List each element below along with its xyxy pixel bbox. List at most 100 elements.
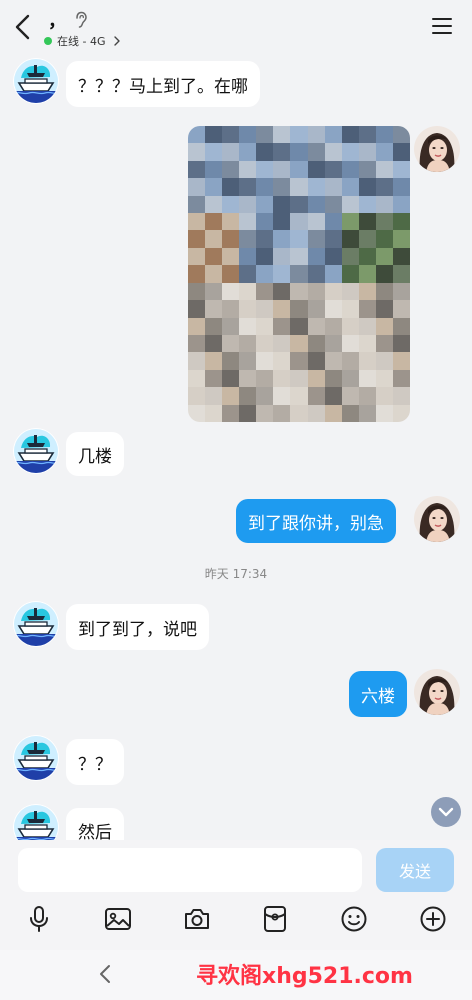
photo-mosaic-tile [273, 404, 291, 422]
message-bubble-incoming[interactable]: 到了到了，说吧 [66, 604, 209, 650]
photo-mosaic-tile [188, 334, 206, 353]
photo-mosaic-tile [222, 178, 240, 196]
photo-mosaic-tile [256, 126, 274, 144]
photo-mosaic-tile [222, 126, 240, 144]
contact-avatar[interactable] [13, 58, 59, 104]
photo-mosaic-tile [188, 369, 206, 388]
my-avatar[interactable] [414, 126, 460, 172]
photo-mosaic-tile [358, 352, 376, 370]
photo-mosaic-tile [375, 126, 393, 144]
message-bubble-outgoing[interactable]: 六楼 [349, 671, 407, 717]
emoji-icon [341, 906, 367, 932]
photo-mosaic-tile [307, 230, 325, 248]
photo-mosaic-tile [375, 387, 393, 405]
photo-mosaic-tile [256, 300, 274, 318]
contact-avatar[interactable] [13, 428, 59, 474]
message-input[interactable] [18, 848, 362, 892]
photo-mosaic-tile [392, 369, 410, 388]
my-avatar[interactable] [414, 669, 460, 715]
contact-avatar[interactable] [13, 601, 59, 647]
message-bubble-incoming[interactable]: ？？ [66, 739, 124, 785]
photo-mosaic-tile [307, 126, 325, 144]
photo-mosaic-tile [256, 369, 274, 388]
photo-mosaic-tile [392, 143, 410, 161]
photo-mosaic-tile [290, 334, 308, 353]
more-button[interactable] [418, 904, 448, 934]
photo-mosaic-tile [222, 160, 240, 179]
photo-mosaic-tile [205, 334, 223, 353]
photo-mosaic-tile [205, 369, 223, 388]
photo-mosaic-tile [290, 317, 308, 335]
photo-mosaic-tile [392, 160, 410, 179]
photo-mosaic-tile [256, 247, 274, 266]
photo-mosaic-tile [239, 404, 257, 422]
photo-mosaic-tile [307, 282, 325, 301]
red-packet-button[interactable] [260, 904, 290, 934]
camera-button[interactable] [182, 904, 212, 934]
photo-mosaic-tile [239, 352, 257, 370]
photo-mosaic-tile [222, 282, 240, 301]
message-bubble-incoming[interactable]: 几楼 [66, 432, 124, 476]
menu-button[interactable] [432, 17, 452, 35]
send-button[interactable]: 发送 [376, 848, 454, 892]
image-icon [105, 908, 131, 930]
image-button[interactable] [103, 904, 133, 934]
hamburger-menu-icon [432, 18, 452, 34]
plus-icon [420, 906, 446, 932]
scroll-to-bottom-button[interactable] [431, 797, 461, 827]
photo-mosaic-tile [358, 317, 376, 335]
chat-header: ， 在线 - 4G [0, 0, 472, 56]
photo-mosaic-tile [188, 317, 206, 335]
message-bubble-outgoing[interactable]: 到了跟你讲，别急 [236, 499, 396, 543]
system-back-button[interactable] [96, 962, 114, 986]
photo-mosaic-tile [205, 352, 223, 370]
photo-mosaic-tile [188, 265, 206, 283]
photo-mosaic-tile [358, 334, 376, 353]
boat-avatar-image [13, 58, 59, 104]
message-photo-pixelated[interactable] [188, 126, 410, 422]
contact-title-row[interactable]: ， [48, 8, 88, 32]
photo-mosaic-tile [188, 387, 206, 405]
watermark-text: 寻欢阁xhg521.com [196, 964, 413, 989]
ear-icon [76, 11, 87, 28]
photo-mosaic-tile [375, 282, 393, 301]
photo-mosaic-tile [392, 230, 410, 248]
user-portrait-image [414, 126, 460, 172]
camera-icon [185, 909, 209, 929]
photo-mosaic-tile [341, 178, 359, 196]
photo-mosaic-tile [375, 143, 393, 161]
online-status[interactable]: 在线 - 4G [44, 33, 121, 49]
photo-mosaic-tile [256, 387, 274, 405]
photo-mosaic-tile [256, 230, 274, 248]
photo-mosaic-tile [222, 195, 240, 214]
photo-mosaic-tile [256, 317, 274, 335]
photo-mosaic-tile [239, 213, 257, 231]
voice-button[interactable] [24, 904, 54, 934]
emoji-button[interactable] [339, 904, 369, 934]
photo-mosaic-tile [205, 143, 223, 161]
photo-mosaic-tile [341, 387, 359, 405]
photo-mosaic-tile [205, 195, 223, 214]
photo-mosaic-tile [358, 247, 376, 266]
user-portrait-image [414, 669, 460, 715]
photo-mosaic-tile [290, 178, 308, 196]
photo-mosaic-tile [273, 334, 291, 353]
red-packet-icon [264, 906, 286, 932]
photo-mosaic-tile [290, 404, 308, 422]
contact-avatar[interactable] [13, 735, 59, 781]
photo-mosaic-tile [324, 143, 342, 161]
photo-mosaic-tile [188, 160, 206, 179]
photo-mosaic-tile [205, 265, 223, 283]
my-avatar[interactable] [414, 496, 460, 542]
message-bubble-incoming[interactable]: ？？？马上到了。在哪 [66, 61, 260, 107]
photo-mosaic-tile [290, 369, 308, 388]
photo-mosaic-tile [290, 282, 308, 301]
photo-mosaic-tile [188, 352, 206, 370]
back-button[interactable] [10, 12, 38, 42]
photo-mosaic-tile [375, 178, 393, 196]
chevron-left-icon [15, 14, 30, 40]
photo-mosaic-tile [375, 300, 393, 318]
photo-mosaic-tile [341, 369, 359, 388]
photo-mosaic-tile [222, 404, 240, 422]
photo-mosaic-tile [392, 178, 410, 196]
